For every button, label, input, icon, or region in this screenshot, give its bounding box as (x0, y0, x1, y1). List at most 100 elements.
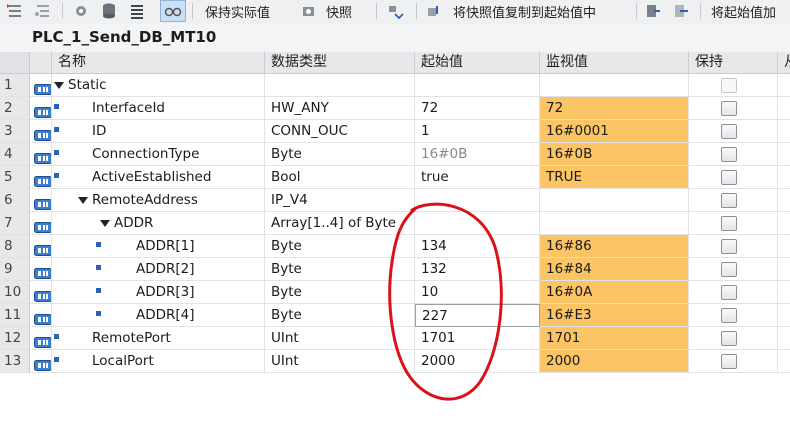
list-view-button[interactable] (128, 0, 146, 22)
name-cell[interactable]: InterfaceId (52, 97, 265, 120)
retain-checkbox[interactable] (721, 170, 737, 185)
row-number: 5 (0, 166, 30, 189)
start-value-cell[interactable] (415, 74, 540, 97)
expand-triangle-icon[interactable] (54, 82, 64, 89)
table-row[interactable]: 2 InterfaceId HW_ANY 72 72 (0, 97, 790, 120)
name-cell[interactable]: ADDR[4] (52, 304, 265, 327)
start-value-cell[interactable]: 132 (415, 258, 540, 281)
copy-snapshot-icon-button[interactable] (426, 0, 444, 22)
snapshot-button[interactable]: 快照 (326, 0, 352, 22)
database-button[interactable] (100, 0, 118, 22)
member-bullet-icon (54, 334, 59, 339)
retain-checkbox[interactable] (721, 239, 737, 254)
start-value-cell[interactable] (415, 189, 540, 212)
retain-checkbox[interactable] (721, 331, 737, 346)
datatype-cell[interactable]: UInt (265, 350, 415, 373)
start-value-cell[interactable]: true (415, 166, 540, 189)
expand-triangle-icon[interactable] (78, 197, 88, 204)
expand-triangle-icon[interactable] (100, 220, 110, 227)
retain-checkbox[interactable] (721, 216, 737, 231)
table-row[interactable]: 4 ConnectionType Byte 16#0B 16#0B (0, 143, 790, 166)
name-cell[interactable]: ADDR (52, 212, 265, 235)
retain-checkbox[interactable] (721, 285, 737, 300)
table-row[interactable]: 11 ADDR[4] Byte 227 16#E3 (0, 304, 790, 327)
start-value-cell[interactable]: 2000 (415, 350, 540, 373)
datatype-cell[interactable]: UInt (265, 327, 415, 350)
table-row[interactable]: 9 ADDR[2] Byte 132 16#84 (0, 258, 790, 281)
datatype-cell[interactable]: Byte (265, 281, 415, 304)
db-variable-icon (34, 264, 51, 279)
retain-checkbox[interactable] (721, 101, 737, 116)
datatype-cell[interactable]: Byte (265, 235, 415, 258)
datatype-cell[interactable]: HW_ANY (265, 97, 415, 120)
member-bullet-icon (96, 288, 101, 293)
keep-actual-values-button[interactable]: 保持实际值 (205, 0, 270, 22)
table-row[interactable]: 3 ID CONN_OUC 1 16#0001 (0, 120, 790, 143)
retain-checkbox[interactable] (721, 308, 737, 323)
datatype-cell[interactable]: Byte (265, 304, 415, 327)
snapshot-icon-button[interactable] (300, 0, 318, 22)
retain-cell (689, 327, 778, 350)
start-value-cell[interactable]: 1701 (415, 327, 540, 350)
datatype-cell[interactable]: Byte (265, 258, 415, 281)
header-name[interactable]: 名称 (52, 52, 265, 73)
insert-row-button[interactable] (72, 0, 90, 22)
name-cell[interactable]: ID (52, 120, 265, 143)
start-value-cell[interactable]: 10 (415, 281, 540, 304)
copy-snapshot-to-start-button[interactable]: 将快照值复制到起始值中 (453, 0, 596, 22)
table-row[interactable]: 8 ADDR[1] Byte 134 16#86 (0, 235, 790, 258)
retain-checkbox[interactable] (721, 262, 737, 277)
monitor-toggle-button[interactable] (160, 0, 186, 22)
datatype-cell[interactable]: CONN_OUC (265, 120, 415, 143)
expand-all-button[interactable] (6, 0, 24, 22)
name-cell[interactable]: ActiveEstablished (52, 166, 265, 189)
start-value-cell[interactable]: 227 (415, 304, 540, 327)
start-value-cell[interactable]: 134 (415, 235, 540, 258)
header-start-value[interactable]: 起始值 (415, 52, 540, 73)
datatype-cell[interactable]: Bool (265, 166, 415, 189)
load-start-values-button[interactable]: 将起始值加 (711, 0, 776, 22)
retain-cell (689, 304, 778, 327)
table-row[interactable]: 7 ADDR Array[1..4] of Byte (0, 212, 790, 235)
retain-checkbox[interactable] (721, 354, 737, 369)
header-datatype[interactable]: 数据类型 (265, 52, 415, 73)
header-monitor-value[interactable]: 监视值 (540, 52, 689, 73)
header-from[interactable]: 从 (778, 52, 790, 73)
table-row[interactable]: 12 RemotePort UInt 1701 1701 (0, 327, 790, 350)
retain-cell (689, 143, 778, 166)
table-row[interactable]: 5 ActiveEstablished Bool true TRUE (0, 166, 790, 189)
table-row[interactable]: 10 ADDR[3] Byte 10 16#0A (0, 281, 790, 304)
name-cell[interactable]: Static (52, 74, 265, 97)
datatype-cell[interactable]: Array[1..4] of Byte (265, 212, 415, 235)
start-value-cell[interactable]: 1 (415, 120, 540, 143)
table-row[interactable]: 6 RemoteAddress IP_V4 (0, 189, 790, 212)
retain-checkbox[interactable] (721, 147, 737, 162)
load-snapshot-icon-button[interactable] (672, 0, 690, 22)
name-cell[interactable]: LocalPort (52, 350, 265, 373)
table-row[interactable]: 1 Static (0, 74, 790, 97)
retain-cell (689, 258, 778, 281)
datatype-cell[interactable]: Byte (265, 143, 415, 166)
from-cell (778, 258, 790, 281)
snapshot-copy-icon-button[interactable] (386, 0, 404, 22)
datatype-cell[interactable] (265, 74, 415, 97)
collapse-all-button[interactable] (34, 0, 52, 22)
name-cell[interactable]: ADDR[2] (52, 258, 265, 281)
retain-checkbox[interactable] (721, 124, 737, 139)
name-cell[interactable]: ADDR[3] (52, 281, 265, 304)
from-cell (778, 281, 790, 304)
name-cell[interactable]: ADDR[1] (52, 235, 265, 258)
name-cell[interactable]: RemoteAddress (52, 189, 265, 212)
start-value-cell[interactable]: 16#0B (415, 143, 540, 166)
retain-checkbox[interactable] (721, 193, 737, 208)
datatype-cell[interactable]: IP_V4 (265, 189, 415, 212)
start-value-cell[interactable]: 72 (415, 97, 540, 120)
header-retain[interactable]: 保持 (689, 52, 778, 73)
name-cell[interactable]: ConnectionType (52, 143, 265, 166)
name-cell[interactable]: RemotePort (52, 327, 265, 350)
load-start-icon-button[interactable] (644, 0, 662, 22)
table-row[interactable]: 13 LocalPort UInt 2000 2000 (0, 350, 790, 373)
row-number: 11 (0, 304, 30, 327)
retain-checkbox[interactable] (721, 78, 737, 93)
start-value-cell[interactable] (415, 212, 540, 235)
